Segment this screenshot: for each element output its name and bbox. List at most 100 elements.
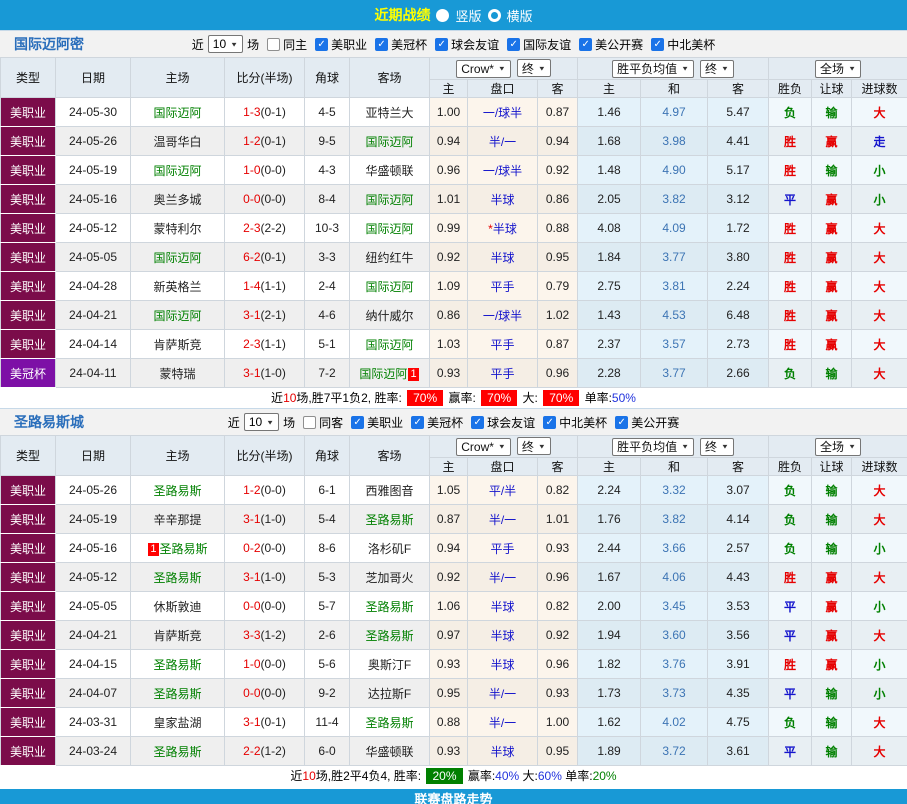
league-checkbox-3[interactable]: ✓ <box>507 38 520 51</box>
away-team-name: 纽约红牛 <box>365 251 413 265</box>
avg-home: 1.62 <box>578 708 641 737</box>
match-row: 美职业24-05-16奥兰多城0-0(0-0)8-4国际迈阿1.01半球0.86… <box>1 185 907 214</box>
average-time-select[interactable]: 终▼ <box>700 438 734 456</box>
column-header: 类型 <box>1 58 56 98</box>
away-team: 国际迈阿 <box>350 272 430 301</box>
average-time-select[interactable]: 终▼ <box>700 60 734 78</box>
recent-count-select[interactable]: 10▼ <box>244 413 279 431</box>
column-subheader: 和 <box>641 458 708 476</box>
league-checkbox-1[interactable]: ✓ <box>411 416 424 429</box>
odds-home: 1.09 <box>430 272 468 301</box>
odds-time-select[interactable]: 终▼ <box>517 59 551 77</box>
same-venue-checkbox[interactable] <box>303 416 316 429</box>
match-type: 美职业 <box>1 650 56 679</box>
bookmaker-select[interactable]: Crow*▼ <box>456 438 511 456</box>
avg-draw: 3.60 <box>641 621 708 650</box>
column-subheader: 进球数 <box>852 80 907 98</box>
match-row: 美职业24-03-24圣路易斯2-2(1-2)6-0华盛顿联0.93半球0.95… <box>1 737 907 766</box>
match-type: 美职业 <box>1 534 56 563</box>
league-checkbox-4[interactable]: ✓ <box>579 38 592 51</box>
average-select[interactable]: 胜平负均值▼ <box>612 60 694 78</box>
odds-home: 0.86 <box>430 301 468 330</box>
summary-segment: 赢率: <box>465 769 496 783</box>
league-checkbox-0[interactable]: ✓ <box>351 416 364 429</box>
team-name[interactable]: 圣路易斯城 <box>14 412 84 432</box>
odds-away: 0.79 <box>538 272 578 301</box>
corner-score: 6-0 <box>305 737 350 766</box>
odds-handicap: 一/球半 <box>468 98 538 127</box>
result-goals: 大 <box>852 272 907 301</box>
corner-score: 9-2 <box>305 679 350 708</box>
handicap-value: 平手 <box>490 367 514 381</box>
odds-away: 0.96 <box>538 563 578 592</box>
radio-horizontal-icon[interactable] <box>488 9 501 22</box>
radio-vertical-selected-icon[interactable] <box>436 9 449 22</box>
match-row: 美职业24-05-05国际迈阿6-2(0-1)3-3纽约红牛0.92半球0.95… <box>1 243 907 272</box>
bookmaker-select[interactable]: Crow*▼ <box>456 60 511 78</box>
odds-home: 0.99 <box>430 214 468 243</box>
handicap-value: 半球 <box>490 658 514 672</box>
avg-home: 2.75 <box>578 272 641 301</box>
home-team-name: 休斯敦迪 <box>153 600 201 614</box>
corner-score: 4-3 <box>305 156 350 185</box>
league-checkbox-2[interactable]: ✓ <box>471 416 484 429</box>
avg-away: 4.35 <box>708 679 769 708</box>
avg-away: 2.57 <box>708 534 769 563</box>
odds-handicap: 一/球半 <box>468 156 538 185</box>
away-team: 国际迈阿 <box>350 330 430 359</box>
odds-handicap: 平手 <box>468 534 538 563</box>
odds-time-select[interactable]: 终▼ <box>517 437 551 455</box>
same-venue-checkbox[interactable] <box>267 38 280 51</box>
league-label: 美冠杯 <box>391 36 427 53</box>
fulltime-score: 3-1 <box>243 570 260 584</box>
league-checkbox-5[interactable]: ✓ <box>651 38 664 51</box>
league-checkbox-4[interactable]: ✓ <box>615 416 628 429</box>
league-checkbox-3[interactable]: ✓ <box>543 416 556 429</box>
radio-horizontal-label[interactable]: 横版 <box>507 6 533 25</box>
league-checkbox-2[interactable]: ✓ <box>435 38 448 51</box>
match-score: 3-1(2-1) <box>225 301 305 330</box>
column-header: 主场 <box>131 58 225 98</box>
fulltime-score: 2-3 <box>243 337 260 351</box>
league-checkbox-1[interactable]: ✓ <box>375 38 388 51</box>
match-date: 24-04-28 <box>56 272 131 301</box>
avg-draw: 4.09 <box>641 214 708 243</box>
match-date: 24-03-31 <box>56 708 131 737</box>
radio-vertical-label[interactable]: 竖版 <box>455 6 481 25</box>
avg-home: 1.46 <box>578 98 641 127</box>
bookmaker-select-value: Crow* <box>461 62 494 76</box>
average-select[interactable]: 胜平负均值▼ <box>612 438 694 456</box>
team-name[interactable]: 国际迈阿密 <box>14 34 84 54</box>
recent-count-select[interactable]: 10▼ <box>208 35 243 53</box>
fulltime-score: 1-2 <box>243 134 260 148</box>
home-team-name: 肯萨斯竞 <box>153 338 201 352</box>
summary-segment: 70% <box>407 390 443 406</box>
avg-draw: 3.98 <box>641 127 708 156</box>
match-type: 美职业 <box>1 156 56 185</box>
result-goals: 大 <box>852 98 907 127</box>
match-filters: 近10▼场同主✓美职业✓美冠杯✓球会友谊✓国际友谊✓美公开赛✓中北美杯 <box>191 35 716 53</box>
match-type: 美职业 <box>1 621 56 650</box>
match-row: 美职业24-04-14肯萨斯竞2-3(1-1)5-1国际迈阿1.03平手0.87… <box>1 330 907 359</box>
away-team: 国际迈阿 <box>350 127 430 156</box>
halftime-score: (0-0) <box>261 483 286 497</box>
summary-segment: 10 <box>283 391 296 405</box>
league-checkbox-0[interactable]: ✓ <box>315 38 328 51</box>
page-title: 近期战绩 <box>374 5 430 25</box>
table-header-row: 类型日期主场比分(半场)角球客场Crow*▼终▼胜平负均值▼终▼全场▼ <box>1 58 907 80</box>
handicap-value: 半/一 <box>489 687 516 701</box>
avg-home: 2.05 <box>578 185 641 214</box>
chevron-down-icon: ▼ <box>721 65 729 72</box>
scope-select[interactable]: 全场▼ <box>815 438 861 456</box>
away-team-name: 芝加哥火 <box>365 571 413 585</box>
scope-select[interactable]: 全场▼ <box>815 60 861 78</box>
home-team: 国际迈阿 <box>131 243 225 272</box>
result-winloss: 胜 <box>769 272 812 301</box>
match-row: 美职业24-03-31皇家盐湖3-1(0-1)11-4圣路易斯0.88半/一1.… <box>1 708 907 737</box>
column-subheader: 盘口 <box>468 80 538 98</box>
halftime-score: (0-0) <box>261 163 286 177</box>
column-header: 主场 <box>131 436 225 476</box>
result-handicap: 赢 <box>812 563 852 592</box>
result-goals: 小 <box>852 592 907 621</box>
halftime-score: (0-1) <box>261 250 286 264</box>
